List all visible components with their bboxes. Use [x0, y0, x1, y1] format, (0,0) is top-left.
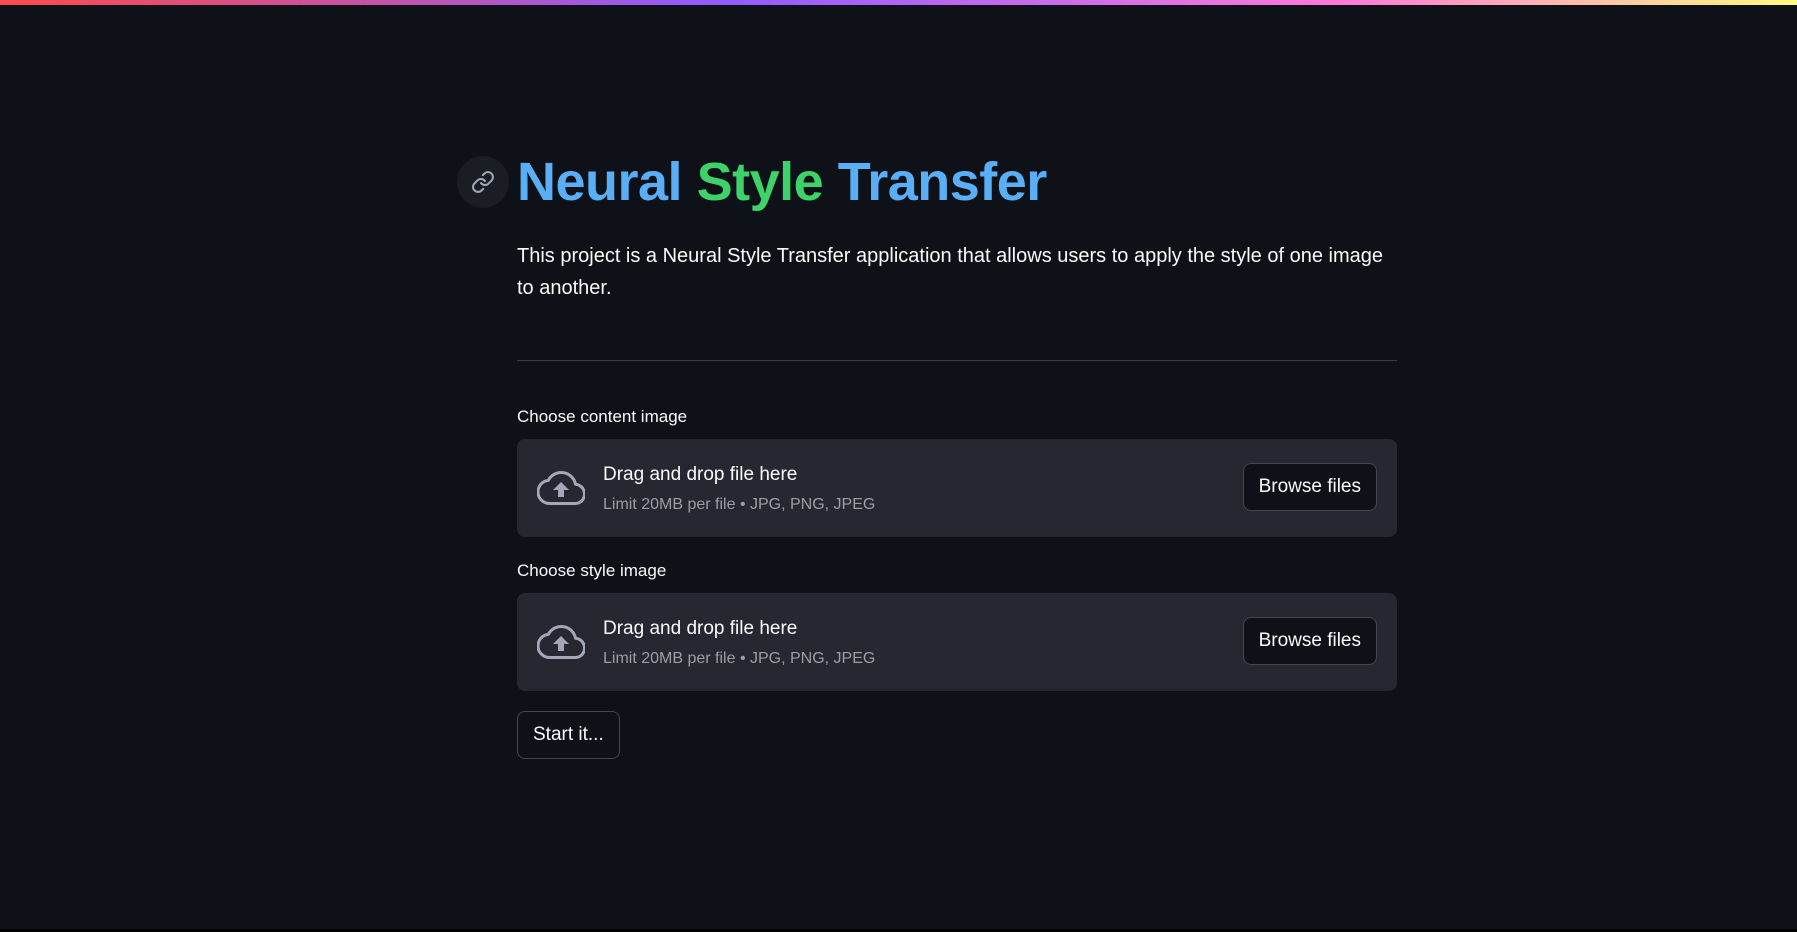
content-image-label: Choose content image — [517, 407, 688, 426]
dropzone-limit: Limit 20MB per file • JPG, PNG, JPEG — [603, 496, 876, 513]
title-row: Neural Style Transfer — [457, 150, 1397, 214]
style-image-label: Choose style image — [517, 561, 667, 580]
dropzone-limit: Limit 20MB per file • JPG, PNG, JPEG — [603, 650, 876, 667]
title-word-style: Style — [696, 152, 824, 212]
anchor-link-button[interactable] — [457, 156, 509, 208]
start-button[interactable]: Start it... — [517, 711, 620, 759]
browse-files-button[interactable]: Browse files — [1242, 463, 1377, 511]
dropzone-text: Drag and drop file here Limit 20MB per f… — [603, 462, 875, 516]
dropzone-text: Drag and drop file here Limit 20MB per f… — [603, 616, 875, 670]
top-decoration-bar — [0, 0, 1797, 5]
page-title: Neural Style Transfer — [517, 150, 1397, 214]
title-word-neural: Neural — [517, 152, 683, 212]
title-word-transfer: Transfer — [837, 152, 1048, 212]
dropzone-title: Drag and drop file here — [603, 618, 798, 639]
link-icon — [472, 171, 494, 193]
style-image-dropzone[interactable]: Drag and drop file here Limit 20MB per f… — [517, 593, 1397, 691]
divider — [517, 360, 1397, 361]
content-image-dropzone[interactable]: Drag and drop file here Limit 20MB per f… — [517, 439, 1397, 537]
dropzone-title: Drag and drop file here — [603, 464, 798, 485]
browse-files-button[interactable]: Browse files — [1242, 617, 1377, 665]
main-content: Neural Style Transfer This project is a … — [457, 150, 1397, 759]
cloud-upload-icon — [537, 471, 585, 505]
page-description: This project is a Neural Style Transfer … — [517, 245, 1383, 299]
cloud-upload-icon — [537, 625, 585, 659]
